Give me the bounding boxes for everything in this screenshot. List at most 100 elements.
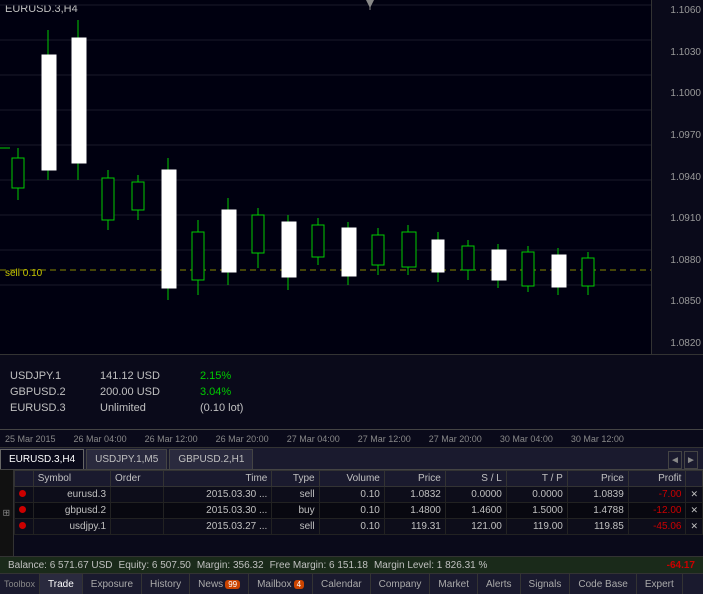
tab-arrows: ◄ ► [668, 451, 703, 469]
tab-calendar[interactable]: Calendar [313, 574, 371, 594]
row3-time: 2015.03.27 ... [164, 519, 272, 535]
dot-icon [19, 490, 26, 497]
row1-volume: 0.10 [319, 487, 384, 503]
toolbox-strip: ⊞ [0, 470, 14, 556]
price-0880: 1.0880 [654, 255, 701, 266]
row1-order [111, 487, 164, 503]
col-close [14, 471, 33, 487]
row3-volume: 0.10 [319, 519, 384, 535]
row1-x[interactable]: ✕ [686, 487, 703, 503]
row2-price: 1.4800 [384, 503, 445, 519]
row2-order [111, 503, 164, 519]
price-axis: 1.1060 1.1030 1.1000 1.0970 1.0940 1.091… [651, 0, 703, 354]
col-tp: T / P [506, 471, 567, 487]
table-row: gbpusd.2 2015.03.30 ... buy 0.10 1.4800 … [14, 503, 702, 519]
row2-symbol: gbpusd.2 [33, 503, 110, 519]
tab-arrow-right[interactable]: ► [684, 451, 698, 469]
row3-order [111, 519, 164, 535]
info-row-usdjpy: USDJPY.1 141.12 USD 2.15% [10, 370, 693, 382]
price-0940: 1.0940 [654, 172, 701, 183]
row1-type: sell [272, 487, 319, 503]
row1-tp: 0.0000 [506, 487, 567, 503]
col-order: Order [111, 471, 164, 487]
chart-tab-usdjpy[interactable]: USDJPY.1,M5 [86, 449, 167, 469]
row1-sl: 0.0000 [445, 487, 506, 503]
col-price: Price [384, 471, 445, 487]
trade-table-wrapper: ⊞ Symbol Order Time Type Volume Price S … [0, 470, 703, 556]
col-volume: Volume [319, 471, 384, 487]
row1-curprice: 1.0839 [567, 487, 628, 503]
info-symbol-gbpusd: GBPUSD.2 [10, 386, 100, 398]
tab-expert[interactable]: Expert [637, 574, 683, 594]
row1-time: 2015.03.30 ... [164, 487, 272, 503]
row2-profit: -12.00 [628, 503, 686, 519]
chart-tab-gbpusd[interactable]: GBPUSD.2,H1 [169, 449, 253, 469]
price-1000: 1.1000 [654, 88, 701, 99]
price-0970: 1.0970 [654, 130, 701, 141]
row2-sl: 1.4600 [445, 503, 506, 519]
balance-bar: Balance: 6 571.67 USD Equity: 6 507.50 M… [0, 556, 703, 574]
row3-tp: 119.00 [506, 519, 567, 535]
row1-price: 1.0832 [384, 487, 445, 503]
sell-label: sell 0.10 [5, 268, 42, 279]
time-tick-0: 25 Mar 2015 [5, 434, 56, 444]
table-row: usdjpy.1 2015.03.27 ... sell 0.10 119.31… [14, 519, 702, 535]
row2-curprice: 1.4788 [567, 503, 628, 519]
mailbox-badge: 4 [294, 580, 304, 589]
time-tick-6: 27 Mar 20:00 [429, 434, 482, 444]
time-tick-1: 26 Mar 04:00 [74, 434, 127, 444]
tab-codebase[interactable]: Code Base [570, 574, 636, 594]
time-tick-7: 30 Mar 04:00 [500, 434, 553, 444]
chart-area: EURUSD.3,H4 1.1060 1.1030 1.1000 1.0970 … [0, 0, 703, 355]
info-symbol-eurusd: EURUSD.3 [10, 402, 100, 414]
time-tick-5: 27 Mar 12:00 [358, 434, 411, 444]
tab-market[interactable]: Market [430, 574, 478, 594]
time-tick-4: 27 Mar 04:00 [287, 434, 340, 444]
tab-company[interactable]: Company [371, 574, 431, 594]
row2-time: 2015.03.30 ... [164, 503, 272, 519]
info-panel: USDJPY.1 141.12 USD 2.15% GBPUSD.2 200.0… [0, 355, 703, 430]
info-value-usdjpy: 141.12 USD [100, 370, 200, 382]
row3-x[interactable]: ✕ [686, 519, 703, 535]
row3-curprice: 119.85 [567, 519, 628, 535]
row1-symbol: eurusd.3 [33, 487, 110, 503]
time-axis: 25 Mar 2015 26 Mar 04:00 26 Mar 12:00 26… [0, 430, 703, 448]
col-type: Type [272, 471, 319, 487]
row2-type: buy [272, 503, 319, 519]
table-row: eurusd.3 2015.03.30 ... sell 0.10 1.0832… [14, 487, 702, 503]
row3-sl: 121.00 [445, 519, 506, 535]
time-tick-2: 26 Mar 12:00 [145, 434, 198, 444]
news-badge: 99 [225, 580, 240, 589]
time-tick-8: 30 Mar 12:00 [571, 434, 624, 444]
col-profit: Profit [628, 471, 686, 487]
tab-alerts[interactable]: Alerts [478, 574, 521, 594]
tab-exposure[interactable]: Exposure [83, 574, 142, 594]
row2-volume: 0.10 [319, 503, 384, 519]
info-symbol-usdjpy: USDJPY.1 [10, 370, 100, 382]
row3-symbol: usdjpy.1 [33, 519, 110, 535]
tab-trade[interactable]: Trade [40, 574, 83, 594]
price-0820: 1.0820 [654, 338, 701, 349]
tab-history[interactable]: History [142, 574, 190, 594]
row2-x[interactable]: ✕ [686, 503, 703, 519]
toolbox-tab[interactable]: Toolbox [0, 574, 40, 594]
tab-signals[interactable]: Signals [521, 574, 571, 594]
trade-table-container: Symbol Order Time Type Volume Price S / … [14, 470, 703, 556]
tab-arrow-left[interactable]: ◄ [668, 451, 682, 469]
trade-table: Symbol Order Time Type Volume Price S / … [14, 470, 703, 535]
price-1030: 1.1030 [654, 47, 701, 58]
row1-dot [14, 487, 33, 503]
row2-tp: 1.5000 [506, 503, 567, 519]
bottom-tab-bar: Toolbox Trade Exposure History News99 Ma… [0, 574, 703, 594]
chart-tab-eurusd[interactable]: EURUSD.3,H4 [0, 449, 84, 469]
price-0910: 1.0910 [654, 213, 701, 224]
tab-news[interactable]: News99 [190, 574, 249, 594]
info-pct-gbpusd: 3.04% [200, 386, 231, 398]
info-pct-usdjpy: 2.15% [200, 370, 231, 382]
toolbox-strip-label: ⊞ [1, 509, 11, 517]
info-row-eurusd: EURUSD.3 Unlimited (0.10 lot) [10, 402, 693, 414]
info-value-gbpusd: 200.00 USD [100, 386, 200, 398]
row3-price: 119.31 [384, 519, 445, 535]
tab-mailbox[interactable]: Mailbox4 [249, 574, 313, 594]
col-sl: S / L [445, 471, 506, 487]
